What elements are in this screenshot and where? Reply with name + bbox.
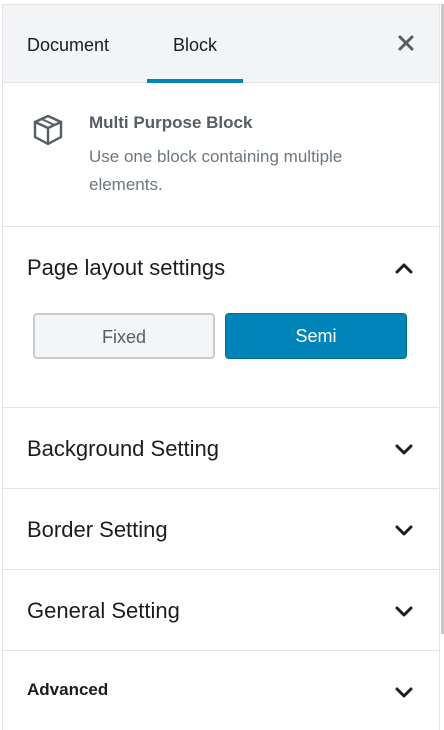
- panel-general-toggle[interactable]: General Setting: [3, 570, 439, 650]
- chevron-down-icon: [395, 606, 413, 617]
- block-description: Use one block containing multiple elemen…: [89, 147, 343, 194]
- panel-page-layout: Page layout settings Fixed Semi: [3, 227, 439, 408]
- layout-fixed-button[interactable]: Fixed: [33, 313, 215, 359]
- close-icon: [398, 35, 414, 51]
- panel-background-title: Background Setting: [27, 436, 220, 461]
- panel-border-toggle[interactable]: Border Setting: [3, 489, 439, 569]
- tab-block[interactable]: Block: [147, 5, 243, 83]
- close-button[interactable]: [393, 30, 419, 56]
- block-card: Multi Purpose Block Use one block contai…: [3, 83, 439, 227]
- tab-document[interactable]: Document: [27, 5, 109, 83]
- chevron-down-icon: [395, 687, 413, 698]
- panel-advanced-toggle[interactable]: Advanced: [3, 651, 439, 730]
- chevron-up-icon: [395, 263, 413, 274]
- cube-icon: [33, 114, 63, 146]
- chevron-down-icon: [395, 525, 413, 536]
- page-layout-options: Fixed Semi: [3, 307, 439, 407]
- tab-block-label: Block: [172, 35, 217, 55]
- panel-background: Background Setting: [3, 408, 439, 489]
- layout-semi-button[interactable]: Semi: [225, 313, 407, 359]
- panel-border-title: Border Setting: [27, 517, 168, 542]
- panel-background-toggle[interactable]: Background Setting: [3, 408, 439, 488]
- block-inspector-sidebar: Document Block Multi Purpose Block Use o…: [2, 4, 440, 730]
- chevron-down-icon: [395, 444, 413, 455]
- panel-page-layout-toggle[interactable]: Page layout settings: [3, 227, 439, 307]
- panel-advanced-title: Advanced: [27, 680, 109, 699]
- sidebar-tabs: Document Block: [3, 5, 439, 83]
- panel-advanced: Advanced: [3, 651, 439, 730]
- panel-general-title: General Setting: [27, 598, 180, 623]
- panel-border: Border Setting: [3, 489, 439, 570]
- block-title: Multi Purpose Block: [89, 113, 253, 132]
- panel-page-layout-title: Page layout settings: [27, 255, 226, 280]
- panel-general: General Setting: [3, 570, 439, 651]
